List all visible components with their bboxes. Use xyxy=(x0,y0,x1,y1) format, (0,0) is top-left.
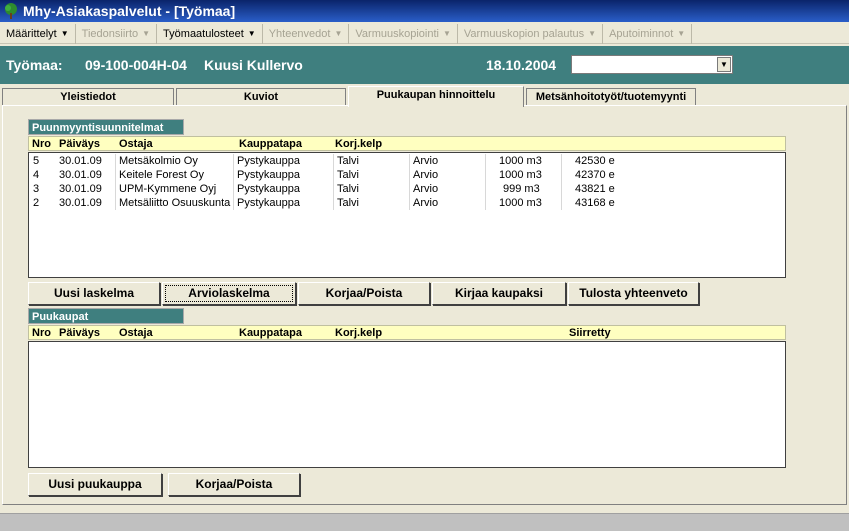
list-item[interactable]: 5 30.01.09 Metsäkolmio Oy Pystykauppa Ta… xyxy=(29,154,785,168)
menu-yhteenvedot[interactable]: Yhteenvedot ▼ xyxy=(263,23,350,44)
tab-metsanhoitotyot[interactable]: Metsänhoitotyöt/tuotemyynti xyxy=(526,88,696,106)
sales-column-header: Nro Päiväys Ostaja Kauppatapa Korj.kelp … xyxy=(28,325,786,340)
edit-delete-plan-button[interactable]: Korjaa/Poista xyxy=(298,282,430,305)
plans-column-header: Nro Päiväys Ostaja Kauppatapa Korj.kelp xyxy=(28,136,786,151)
col-paivays: Päiväys xyxy=(59,138,100,150)
status-bar xyxy=(0,513,849,531)
dropdown-arrow-icon: ▼ xyxy=(60,29,69,38)
dropdown-arrow-icon: ▼ xyxy=(334,29,343,38)
list-item[interactable]: 3 30.01.09 UPM-Kymmene Oyj Pystykauppa T… xyxy=(29,182,785,196)
menu-varmuuskopiointi[interactable]: Varmuuskopiointi ▼ xyxy=(349,23,458,44)
new-calculation-button[interactable]: Uusi laskelma xyxy=(28,282,160,305)
col-paivays: Päiväys xyxy=(59,327,100,339)
col-nro: Nro xyxy=(32,327,51,339)
plans-section-title: Puunmyyntisuunnitelmat xyxy=(28,119,184,135)
col-ostaja: Ostaja xyxy=(119,138,153,150)
dropdown-arrow-icon[interactable]: ▼ xyxy=(717,57,731,72)
col-kauppatapa: Kauppatapa xyxy=(239,327,302,339)
col-kauppatapa: Kauppatapa xyxy=(239,138,302,150)
worksite-header: Työmaa: 09-100-004H-04 Kuusi Kullervo 18… xyxy=(0,46,849,84)
window-title: Mhy-Asiakaspalvelut - [Työmaa] xyxy=(23,3,236,19)
worksite-date: 18.10.2004 xyxy=(486,57,557,73)
estimate-calculation-button[interactable]: Arviolaskelma xyxy=(162,282,296,305)
menu-varmuuskopion-palautus[interactable]: Varmuuskopion palautus ▼ xyxy=(458,23,604,44)
menu-tyomaatulosteet[interactable]: Työmaatulosteet ▼ xyxy=(157,23,263,44)
col-korjkelp: Korj.kelp xyxy=(335,327,383,339)
tab-puukaupan-hinnoittelu[interactable]: Puukaupan hinnoittelu xyxy=(348,86,524,107)
menu-tiedonsiirto[interactable]: Tiedonsiirto ▼ xyxy=(76,23,158,44)
dropdown-arrow-icon: ▼ xyxy=(677,29,686,38)
new-timber-sale-button[interactable]: Uusi puukauppa xyxy=(28,473,162,496)
edit-delete-sale-button[interactable]: Korjaa/Poista xyxy=(168,473,300,496)
tree-app-icon xyxy=(5,3,17,19)
col-korjkelp: Korj.kelp xyxy=(335,138,383,150)
dropdown-arrow-icon: ▼ xyxy=(588,29,597,38)
book-as-sale-button[interactable]: Kirjaa kaupaksi xyxy=(432,282,566,305)
menu-maarittelyt[interactable]: Määrittelyt ▼ xyxy=(0,23,76,44)
tab-kuviot[interactable]: Kuviot xyxy=(176,88,346,106)
col-ostaja: Ostaja xyxy=(119,327,153,339)
dropdown-arrow-icon: ▼ xyxy=(142,29,151,38)
print-summary-button[interactable]: Tulosta yhteenveto xyxy=(568,282,699,305)
plans-list[interactable]: 5 30.01.09 Metsäkolmio Oy Pystykauppa Ta… xyxy=(28,152,786,278)
dropdown-arrow-icon: ▼ xyxy=(442,29,451,38)
worksite-id: 09-100-004H-04 xyxy=(85,57,187,73)
sales-section-title: Puukaupat xyxy=(28,308,184,324)
tab-strip: Yleistiedot Kuviot Puukaupan hinnoittelu… xyxy=(0,86,849,107)
dropdown-arrow-icon: ▼ xyxy=(247,29,256,38)
header-combo-box[interactable]: ▼ xyxy=(571,55,733,74)
list-item[interactable]: 2 30.01.09 Metsäliitto Osuuskunta Pystyk… xyxy=(29,196,785,210)
tab-panel: Puunmyyntisuunnitelmat Nro Päiväys Ostaj… xyxy=(2,105,847,505)
list-item[interactable]: 4 30.01.09 Keitele Forest Oy Pystykauppa… xyxy=(29,168,785,182)
sales-list[interactable] xyxy=(28,341,786,468)
worksite-label: Työmaa: xyxy=(6,57,63,73)
worksite-owner-name: Kuusi Kullervo xyxy=(204,57,303,73)
col-siirretty: Siirretty xyxy=(569,327,611,339)
col-nro: Nro xyxy=(32,138,51,150)
tab-yleistiedot[interactable]: Yleistiedot xyxy=(2,88,174,106)
menu-bar: Määrittelyt ▼ Tiedonsiirto ▼ Työmaatuloste… xyxy=(0,23,849,44)
menu-aputoiminnot[interactable]: Aputoiminnot ▼ xyxy=(603,23,693,44)
title-bar: Mhy-Asiakaspalvelut - [Työmaa] xyxy=(0,0,849,22)
